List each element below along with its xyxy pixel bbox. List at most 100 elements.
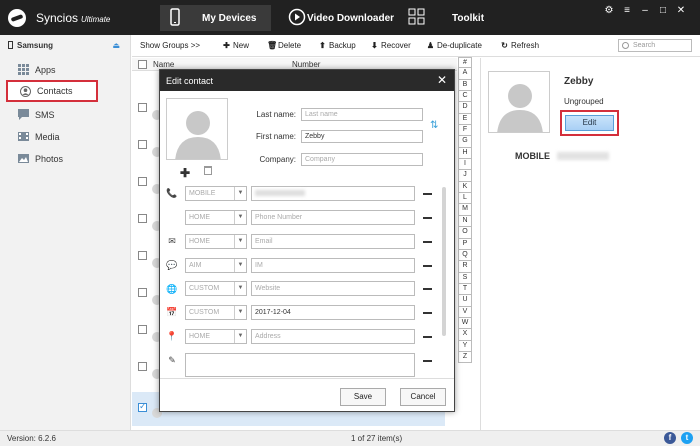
tab-my-devices[interactable]: My Devices xyxy=(160,5,271,31)
remove-field-icon[interactable] xyxy=(423,360,432,362)
sidebar-item-media[interactable]: Media xyxy=(6,127,98,147)
save-button[interactable]: Save xyxy=(340,388,386,406)
edit-button[interactable]: Edit xyxy=(565,115,614,131)
row-checkbox[interactable] xyxy=(138,288,147,297)
alphabet-index-letter[interactable]: W xyxy=(458,317,472,330)
note-field[interactable] xyxy=(185,353,415,377)
row-checkbox[interactable] xyxy=(138,214,147,223)
dialog-title-bar: Edit contact ✕ xyxy=(160,70,454,91)
first-name-field[interactable]: Zebby xyxy=(301,130,423,143)
alphabet-index-letter[interactable]: # xyxy=(458,57,472,69)
backup-button[interactable]: ⬆ Backup xyxy=(318,41,356,50)
search-input[interactable]: Search xyxy=(618,39,692,52)
cancel-button[interactable]: Cancel xyxy=(400,388,446,406)
remove-field-icon[interactable] xyxy=(423,288,432,290)
alphabet-index-letter[interactable]: Q xyxy=(458,249,472,262)
twitter-icon[interactable]: t xyxy=(681,432,693,444)
maximize-button[interactable]: □ xyxy=(654,5,672,16)
im-type-select[interactable]: AIM ▼ xyxy=(185,258,247,273)
remove-field-icon[interactable] xyxy=(423,241,432,243)
dedupe-button[interactable]: ♟ De-duplicate xyxy=(426,41,482,50)
facebook-icon[interactable]: f xyxy=(664,432,676,444)
website-field[interactable]: Website xyxy=(251,281,415,296)
select-all-checkbox[interactable] xyxy=(138,60,147,69)
swap-names-icon[interactable]: ⇅ xyxy=(430,120,438,131)
tab-toolkit[interactable]: Toolkit xyxy=(405,5,495,31)
row-checkbox-checked[interactable] xyxy=(138,401,147,412)
refresh-button[interactable]: ↻ Refresh xyxy=(500,41,539,50)
row-checkbox[interactable] xyxy=(138,140,147,149)
address-field[interactable]: Address xyxy=(251,329,415,344)
alphabet-index-letter[interactable]: A xyxy=(458,68,472,80)
alphabet-index-letter[interactable]: R xyxy=(458,261,472,273)
phone-number-field[interactable]: Phone Number xyxy=(251,210,415,225)
delete-photo-icon[interactable] xyxy=(204,166,212,175)
sidebar-item-contacts[interactable]: Contacts xyxy=(6,80,98,102)
tab-video-downloader[interactable]: Video Downloader xyxy=(285,5,395,31)
row-checkbox[interactable] xyxy=(138,251,147,260)
device-label[interactable]: Samsung xyxy=(8,41,53,50)
email-type-select[interactable]: HOME ▼ xyxy=(185,234,247,249)
remove-field-icon[interactable] xyxy=(423,312,432,314)
show-groups-button[interactable]: Show Groups >> xyxy=(140,41,200,50)
alphabet-index-letter[interactable]: I xyxy=(458,159,472,171)
alphabet-index-letter[interactable]: V xyxy=(458,306,472,318)
recover-button[interactable]: ⬇ Recover xyxy=(370,41,411,50)
phone-field-redacted[interactable] xyxy=(251,186,415,201)
alphabet-index-letter[interactable]: T xyxy=(458,283,472,296)
phone-type-select-2[interactable]: HOME ▼ xyxy=(185,210,247,225)
minimize-button[interactable]: – xyxy=(636,5,654,16)
row-checkbox[interactable] xyxy=(138,103,147,112)
phone-type-select[interactable]: MOBILE ▼ xyxy=(185,186,247,201)
alphabet-index-letter[interactable]: B xyxy=(458,79,472,92)
remove-field-icon[interactable] xyxy=(423,217,432,219)
row-checkbox[interactable] xyxy=(138,177,147,186)
alphabet-index-letter[interactable]: F xyxy=(458,125,472,137)
alphabet-index-letter[interactable]: Y xyxy=(458,340,472,352)
sidebar-item-photos[interactable]: Photos xyxy=(6,149,98,169)
alphabet-index-letter[interactable]: O xyxy=(458,227,472,239)
alphabet-index-letter[interactable]: G xyxy=(458,136,472,148)
alphabet-index-letter[interactable]: C xyxy=(458,91,472,103)
alphabet-index-letter[interactable]: N xyxy=(458,215,472,228)
email-field[interactable]: Email xyxy=(251,234,415,249)
alphabet-index-letter[interactable]: J xyxy=(458,170,472,182)
add-photo-icon[interactable]: ✚ xyxy=(180,166,190,180)
alphabet-index-letter[interactable]: X xyxy=(458,329,472,341)
row-checkbox[interactable] xyxy=(138,362,147,371)
alphabet-index-letter[interactable]: Z xyxy=(458,351,472,364)
last-name-field[interactable]: Last name xyxy=(301,108,423,121)
delete-button[interactable]: 🗑Delete xyxy=(267,41,301,50)
column-number[interactable]: Number xyxy=(292,60,320,69)
dialog-close-icon[interactable]: ✕ xyxy=(437,73,447,87)
row-checkbox[interactable] xyxy=(138,325,147,334)
new-button[interactable]: ✚ New xyxy=(222,41,249,50)
close-button[interactable]: ✕ xyxy=(672,5,690,16)
alphabet-index-letter[interactable]: P xyxy=(458,238,472,250)
address-type-select[interactable]: HOME ▼ xyxy=(185,329,247,344)
im-field[interactable]: IM xyxy=(251,258,415,273)
column-name[interactable]: Name xyxy=(153,60,174,69)
remove-field-icon[interactable] xyxy=(423,193,432,195)
menu-icon[interactable]: ≡ xyxy=(618,5,636,16)
alphabet-index-letter[interactable]: D xyxy=(458,102,472,114)
alphabet-index-letter[interactable]: M xyxy=(458,204,472,216)
alphabet-index-letter[interactable]: K xyxy=(458,181,472,194)
remove-field-icon[interactable] xyxy=(423,336,432,338)
website-type-select[interactable]: CUSTOM ▼ xyxy=(185,281,247,296)
company-field[interactable]: Company xyxy=(301,153,423,166)
sidebar-item-apps[interactable]: Apps xyxy=(6,60,98,80)
date-type-select[interactable]: CUSTOM ▼ xyxy=(185,305,247,320)
alphabet-index-letter[interactable]: E xyxy=(458,113,472,126)
date-field[interactable]: 2017-12-04 xyxy=(251,305,415,320)
alphabet-index-letter[interactable]: L xyxy=(458,193,472,205)
sidebar-item-sms[interactable]: SMS xyxy=(6,105,98,125)
contact-photo[interactable] xyxy=(166,98,228,160)
alphabet-index-letter[interactable]: H xyxy=(458,147,472,160)
remove-field-icon[interactable] xyxy=(423,265,432,267)
settings-icon[interactable]: ⚙ xyxy=(600,5,618,16)
alphabet-index-letter[interactable]: S xyxy=(458,272,472,284)
dialog-scrollbar[interactable] xyxy=(442,187,446,336)
eject-icon[interactable]: ⏏ xyxy=(112,41,120,50)
alphabet-index-letter[interactable]: U xyxy=(458,295,472,307)
